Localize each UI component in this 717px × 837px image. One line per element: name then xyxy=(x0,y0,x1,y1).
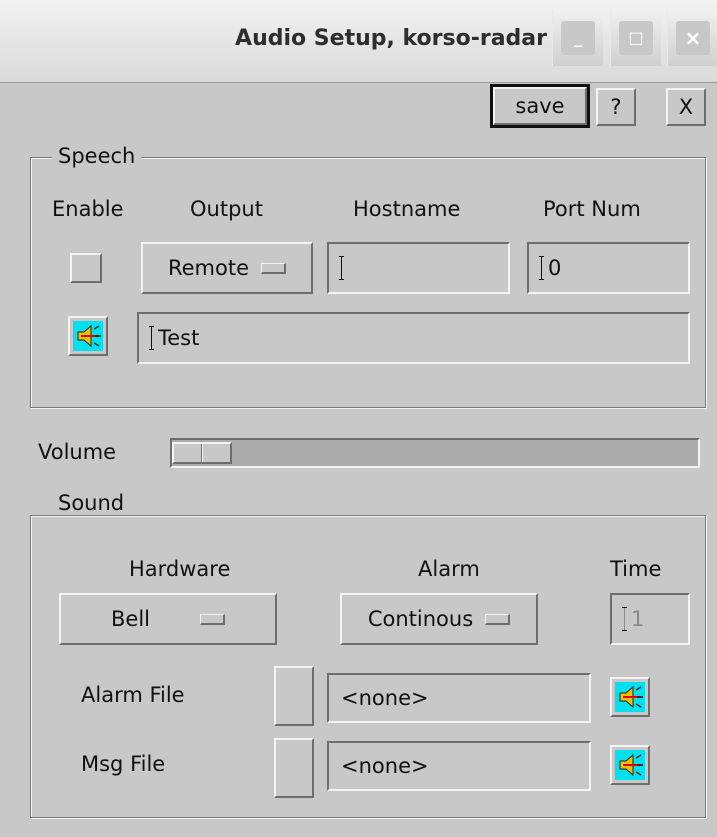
speaker-icon xyxy=(73,321,103,351)
text-cursor-icon xyxy=(339,256,346,280)
text-cursor-icon xyxy=(539,256,546,280)
save-button-label: save xyxy=(515,94,565,118)
alarm-header: Alarm xyxy=(418,557,480,581)
output-menu-value: Remote xyxy=(167,256,250,280)
minimize-icon: _ xyxy=(561,21,595,55)
hardware-header: Hardware xyxy=(129,557,231,581)
alarm-menu-value: Continous xyxy=(367,607,474,631)
minimize-button[interactable]: _ xyxy=(552,10,603,66)
speaker-icon xyxy=(615,682,645,712)
output-menu-button[interactable]: Remote xyxy=(141,242,313,294)
menu-indicator-icon xyxy=(200,613,225,625)
hostname-input[interactable] xyxy=(327,242,510,294)
help-button[interactable]: ? xyxy=(596,88,636,126)
msg-file-input[interactable]: <none> xyxy=(327,741,591,791)
save-button-focus-ring: save xyxy=(490,84,590,128)
maximize-glyph: □ xyxy=(628,28,644,47)
alarm-file-browse-button[interactable] xyxy=(274,666,314,726)
hardware-menu-button[interactable]: Bell xyxy=(59,593,277,645)
port-value: 0 xyxy=(548,256,562,280)
volume-slider-thumb[interactable] xyxy=(172,442,232,464)
speech-test-value: Test xyxy=(158,326,200,350)
alarm-file-play-button[interactable] xyxy=(610,677,650,717)
menu-indicator-icon xyxy=(261,262,287,274)
alarm-menu-button[interactable]: Continous xyxy=(340,593,538,645)
text-cursor-icon xyxy=(149,326,156,350)
enable-header: Enable xyxy=(52,197,124,221)
speech-group-label: Speech xyxy=(52,144,142,168)
window-title: Audio Setup, korso-radar xyxy=(235,26,547,51)
time-input[interactable]: 1 xyxy=(610,593,690,645)
help-button-label: ? xyxy=(610,95,622,119)
time-header: Time xyxy=(610,557,662,581)
msg-file-play-button[interactable] xyxy=(610,745,650,785)
port-input[interactable]: 0 xyxy=(527,242,690,294)
msg-file-label: Msg File xyxy=(81,752,166,776)
minimize-glyph: _ xyxy=(574,28,582,47)
close-glyph: × xyxy=(684,26,702,50)
volume-label: Volume xyxy=(38,440,117,464)
sound-group-label: Sound xyxy=(52,491,131,515)
speaker-icon xyxy=(615,750,645,780)
port-header: Port Num xyxy=(543,197,641,221)
speech-test-input[interactable]: Test xyxy=(137,312,690,364)
close-button[interactable]: X xyxy=(666,88,706,126)
maximize-icon: □ xyxy=(619,21,653,55)
hostname-header: Hostname xyxy=(353,197,461,221)
enable-checkbox[interactable] xyxy=(70,253,102,283)
maximize-button[interactable]: □ xyxy=(610,10,661,66)
menu-indicator-icon xyxy=(485,613,511,625)
alarm-file-input[interactable]: <none> xyxy=(327,673,591,723)
window-close-button[interactable]: × xyxy=(667,10,717,66)
alarm-file-label: Alarm File xyxy=(81,683,185,707)
close-button-label: X xyxy=(678,95,694,119)
slider-grip xyxy=(201,444,203,462)
msg-file-browse-button[interactable] xyxy=(274,738,314,798)
title-bar[interactable]: Audio Setup, korso-radar _ □ × xyxy=(0,0,717,83)
speech-test-button[interactable] xyxy=(68,316,108,356)
time-value: 1 xyxy=(631,607,645,631)
alarm-file-value: <none> xyxy=(341,686,429,710)
volume-slider-trough[interactable] xyxy=(170,438,700,468)
close-icon: × xyxy=(676,21,710,55)
save-button[interactable]: save xyxy=(493,87,587,125)
output-header: Output xyxy=(190,197,263,221)
hardware-menu-value: Bell xyxy=(111,607,150,631)
text-cursor-icon xyxy=(622,607,629,631)
msg-file-value: <none> xyxy=(341,754,429,778)
